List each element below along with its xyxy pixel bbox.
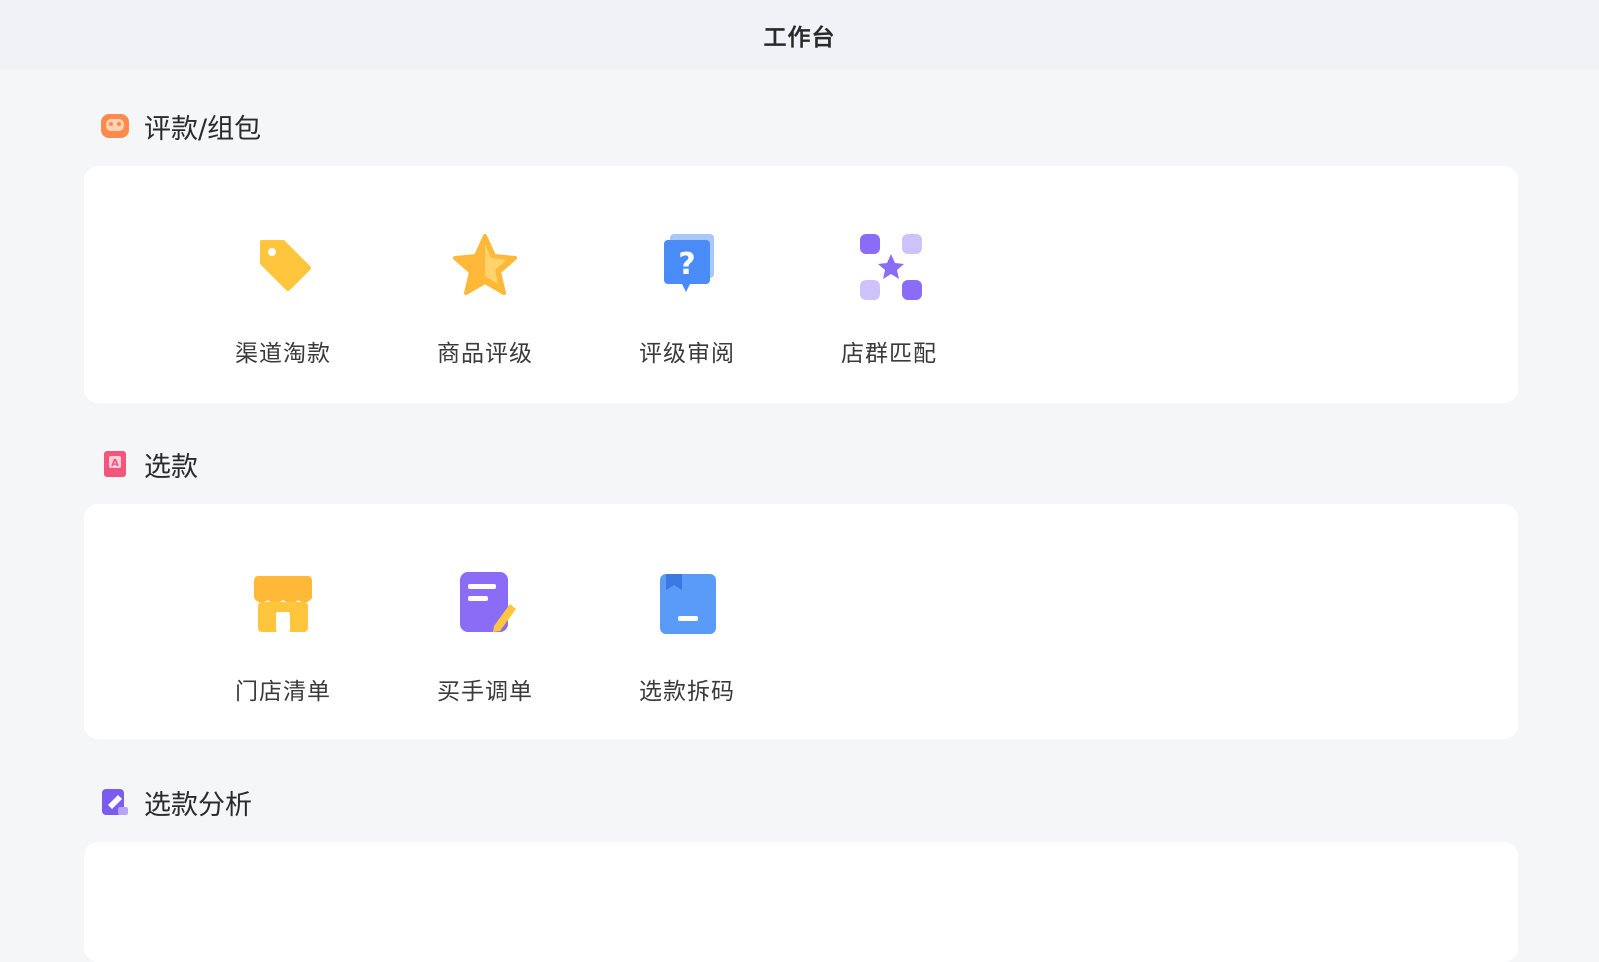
- folder-icon: [652, 568, 722, 638]
- menu-item-label: 店群匹配: [841, 341, 937, 367]
- menu-item-store-group-match[interactable]: 店群匹配: [814, 230, 964, 390]
- section-header-analysis: 选款分析: [100, 784, 252, 821]
- menu-item-product-rating[interactable]: 商品评级: [410, 230, 560, 390]
- section-card-analysis: [84, 842, 1518, 962]
- section-header-selection: A 选款: [100, 446, 198, 483]
- section-title: 选款分析: [144, 789, 252, 821]
- network-icon: [854, 230, 924, 300]
- menu-item-channel-selection[interactable]: 渠道淘款: [208, 230, 358, 390]
- menu-item-store-list[interactable]: 门店清单: [208, 568, 358, 728]
- palette-icon: [100, 111, 130, 141]
- store-icon: [248, 568, 318, 638]
- menu-item-buyer-order[interactable]: 买手调单: [410, 568, 560, 728]
- menu-item-label: 门店清单: [235, 679, 331, 705]
- section-title: 选款: [144, 451, 198, 483]
- section-header-evaluation: 评款/组包: [100, 108, 262, 145]
- section-title: 评款/组包: [144, 113, 262, 145]
- bookmark-icon: A: [100, 449, 130, 479]
- section-card-selection: 门店清单 买手调单 选款拆码: [84, 504, 1518, 739]
- menu-item-label: 选款拆码: [639, 679, 735, 705]
- menu-item-label: 评级审阅: [639, 341, 735, 367]
- menu-item-label: 商品评级: [437, 341, 533, 367]
- menu-item-label: 买手调单: [437, 679, 533, 705]
- tag-icon: [248, 230, 318, 300]
- svg-text:A: A: [111, 458, 119, 469]
- menu-item-rating-review[interactable]: ? 评级审阅: [612, 230, 762, 390]
- menu-item-label: 渠道淘款: [235, 341, 331, 367]
- edit-note-icon: [450, 568, 520, 638]
- analysis-icon: [100, 787, 130, 817]
- menu-item-selection-split[interactable]: 选款拆码: [612, 568, 762, 728]
- question-icon: ?: [652, 230, 722, 300]
- star-icon: [450, 230, 520, 300]
- svg-text:?: ?: [678, 247, 695, 282]
- top-bar: 工作台: [0, 0, 1599, 70]
- page-title: 工作台: [763, 25, 836, 51]
- section-card-evaluation: 渠道淘款 商品评级 ? 评级审阅 店群匹配: [84, 166, 1518, 403]
